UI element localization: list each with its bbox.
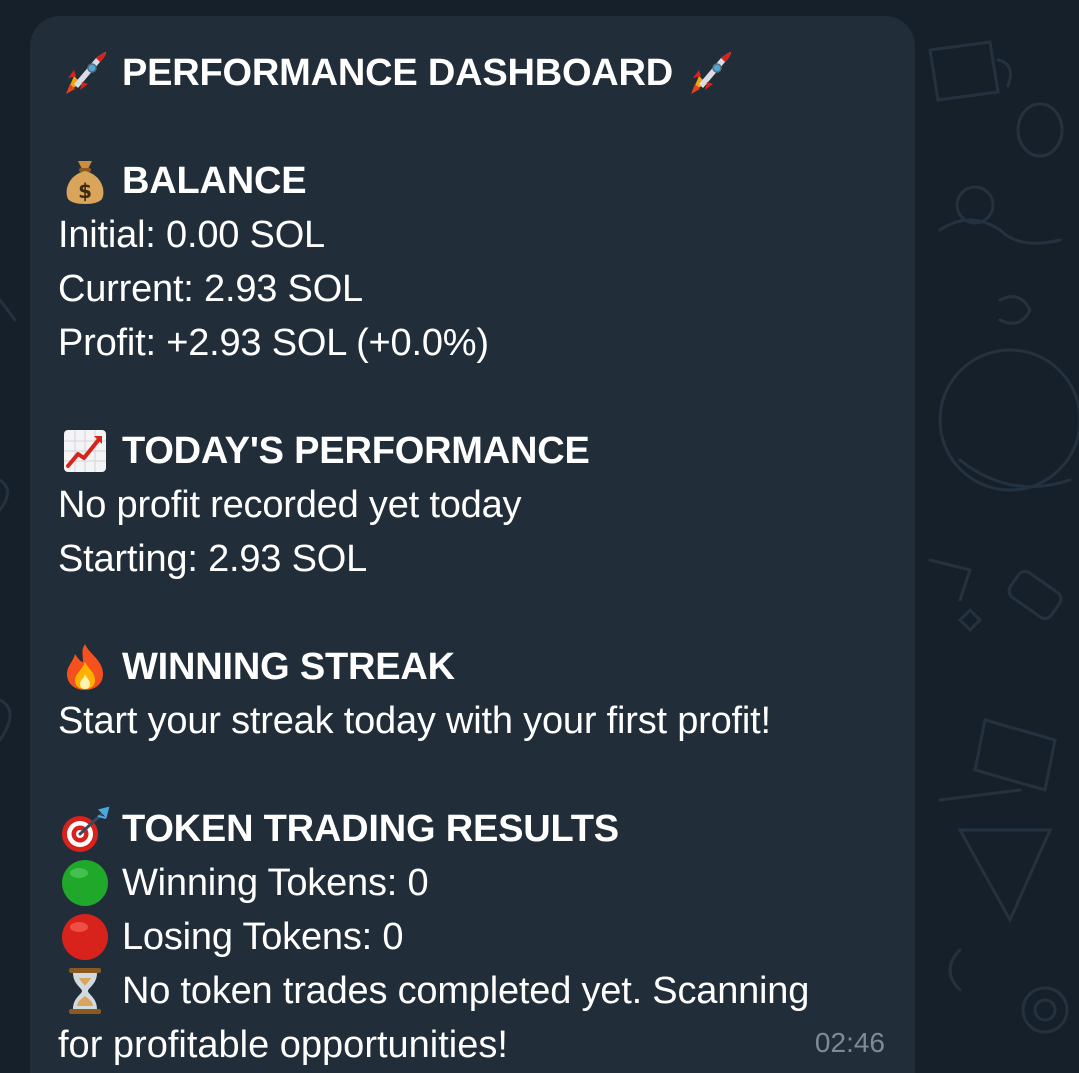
tokens-losing-line: Losing Tokens: 0 — [58, 910, 887, 964]
streak-heading: WINNING STREAK — [122, 646, 455, 688]
money-bag-icon: $ — [58, 157, 112, 205]
balance-current: Current: 2.93 SOL — [58, 268, 363, 310]
rocket-icon — [683, 49, 737, 97]
svg-text:$: $ — [78, 179, 92, 203]
fire-icon — [58, 643, 112, 691]
tokens-winning: Winning Tokens: 0 — [122, 862, 429, 904]
today-heading-line: TODAY'S PERFORMANCE — [58, 424, 887, 478]
green-circle-icon — [58, 859, 112, 907]
tokens-status-line2: for profitable opportunities! — [58, 1024, 508, 1066]
red-circle-icon — [58, 913, 112, 961]
message-timestamp: 02:46 — [814, 1027, 885, 1058]
streak-text: Start your streak today with your first … — [58, 700, 771, 742]
hourglass-icon — [58, 967, 112, 1015]
today-status: No profit recorded yet today — [58, 484, 522, 526]
tokens-losing: Losing Tokens: 0 — [122, 916, 404, 958]
today-heading: TODAY'S PERFORMANCE — [122, 430, 590, 472]
chart-increasing-icon — [58, 427, 112, 475]
dashboard-title-line: PERFORMANCE DASHBOARD — [58, 46, 887, 100]
rocket-icon — [58, 49, 112, 97]
balance-initial: Initial: 0.00 SOL — [58, 214, 325, 256]
tokens-heading: TOKEN TRADING RESULTS — [122, 808, 619, 850]
streak-heading-line: WINNING STREAK — [58, 640, 887, 694]
direct-hit-icon — [58, 805, 112, 853]
today-starting: Starting: 2.93 SOL — [58, 538, 368, 580]
tokens-heading-line: TOKEN TRADING RESULTS — [58, 802, 887, 856]
tokens-winning-line: Winning Tokens: 0 — [58, 856, 887, 910]
message-bubble[interactable]: PERFORMANCE DASHBOARD $ BALANCE Initial:… — [30, 16, 915, 1073]
balance-heading-line: $ BALANCE — [58, 154, 887, 208]
tokens-status-line1: No token trades completed yet. Scanning — [122, 970, 810, 1012]
balance-heading: BALANCE — [122, 160, 307, 202]
balance-profit: Profit: +2.93 SOL (+0.0%) — [58, 322, 489, 364]
tokens-status-line: No token trades completed yet. Scanning — [58, 964, 887, 1018]
dashboard-title: PERFORMANCE DASHBOARD — [122, 52, 674, 94]
